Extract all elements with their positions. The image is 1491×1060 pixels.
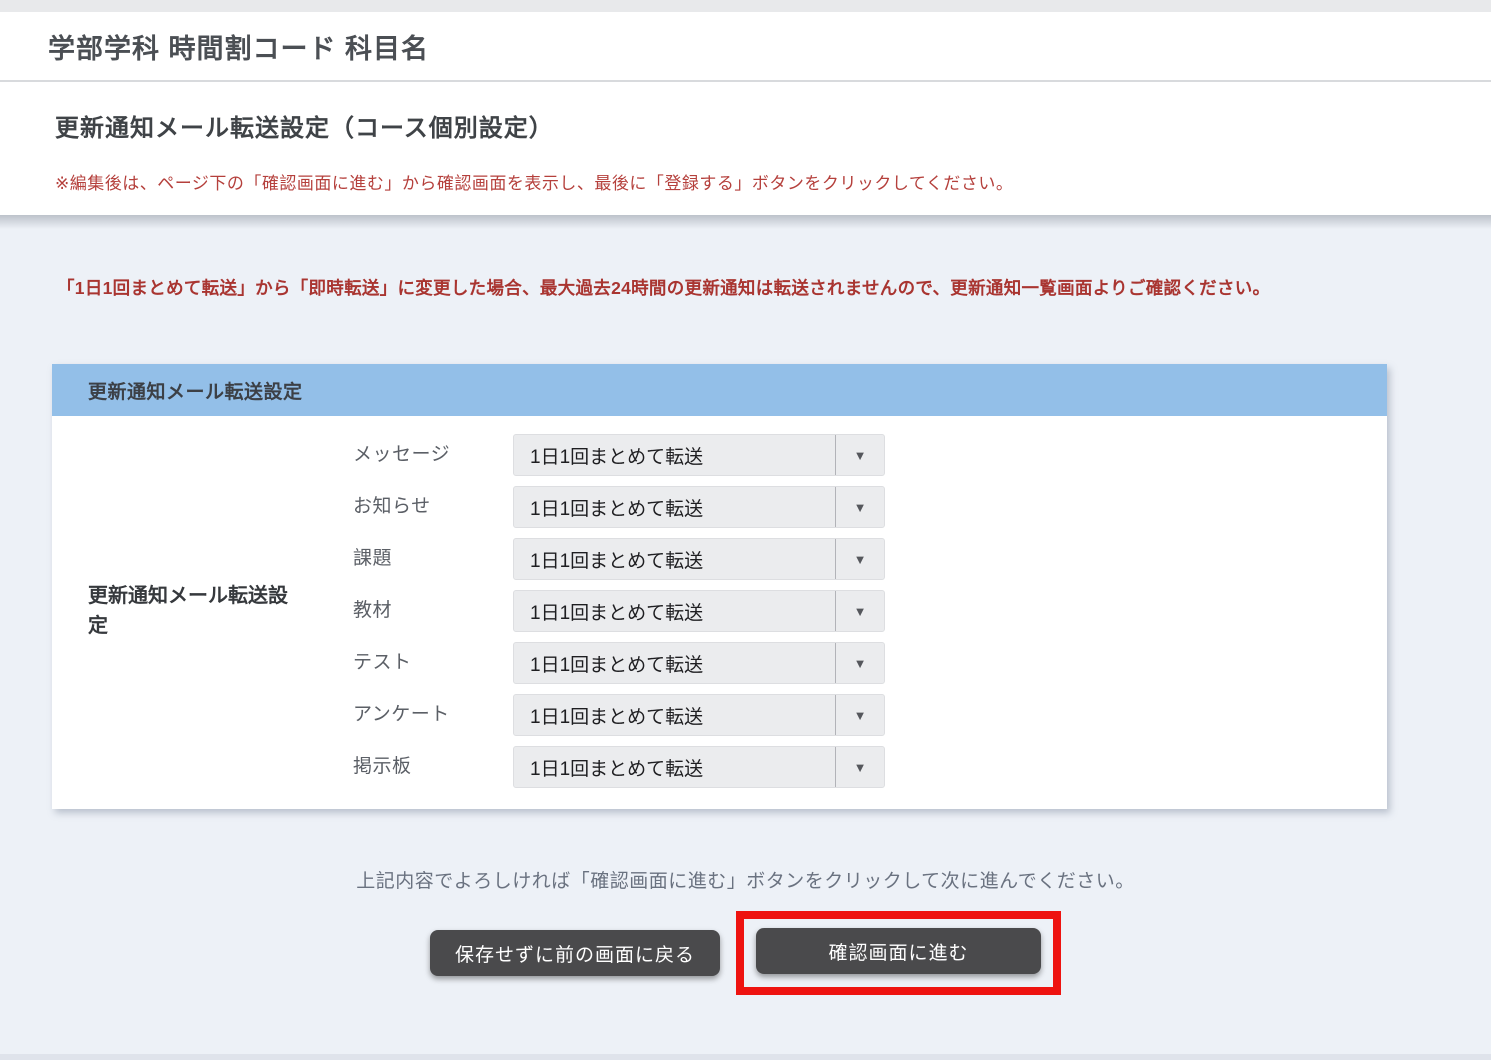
row-label: 課題 [353,538,513,570]
chevron-down-icon: ▼ [836,591,884,631]
selected-value: 1日1回まとめて転送 [514,695,835,735]
forwarding-select-assignment[interactable]: 1日1回まとめて転送 ▼ [513,538,885,580]
selected-value: 1日1回まとめて転送 [514,435,835,475]
selected-value: 1日1回まとめて転送 [514,747,835,787]
page-header: 学部学科 時間割コード 科目名 [0,12,1491,82]
selected-value: 1日1回まとめて転送 [514,591,835,631]
panel-body: 更新通知メール転送設定 メッセージ 1日1回まとめて転送 ▼ お知らせ [52,416,1387,809]
selected-value: 1日1回まとめて転送 [514,539,835,579]
settings-rows: メッセージ 1日1回まとめて転送 ▼ お知らせ 1日1回まとめて転送 ▼ [353,434,885,788]
page-title: 学部学科 時間割コード 科目名 [48,27,429,66]
panel-header: 更新通知メール転送設定 [52,364,1387,416]
edit-note: ※編集後は、ページ下の「確認画面に進む」から確認画面を表示し、最後に「登録する」… [55,169,1491,194]
row-label: アンケート [353,694,513,726]
chevron-down-icon: ▼ [836,539,884,579]
button-row: 保存せずに前の画面に戻る 確認画面に進む [0,911,1491,995]
chevron-down-icon: ▼ [836,435,884,475]
row-label: 教材 [353,590,513,622]
chevron-down-icon: ▼ [836,747,884,787]
bottom-edge [0,1054,1491,1060]
row-label: お知らせ [353,486,513,518]
confirm-button[interactable]: 確認画面に進む [756,928,1041,974]
row-label: 掲示板 [353,746,513,778]
chevron-down-icon: ▼ [836,695,884,735]
main-content: 「1日1回まとめて転送」から「即時転送」に変更した場合、最大過去24時間の更新通… [0,215,1491,1060]
setting-row-test: テスト 1日1回まとめて転送 ▼ [353,642,885,684]
group-label: 更新通知メール転送設定 [88,581,303,641]
setting-row-announcement: お知らせ 1日1回まとめて転送 ▼ [353,486,885,528]
highlight-annotation: 確認画面に進む [736,911,1061,995]
back-button[interactable]: 保存せずに前の画面に戻る [430,930,720,976]
row-label: テスト [353,642,513,674]
forwarding-select-message[interactable]: 1日1回まとめて転送 ▼ [513,434,885,476]
forwarding-select-test[interactable]: 1日1回まとめて転送 ▼ [513,642,885,684]
confirm-instruction: 上記内容でよろしければ「確認画面に進む」ボタンをクリックして次に進んでください。 [0,866,1491,893]
group-label-column: 更新通知メール転送設定 [88,434,353,788]
setting-row-survey: アンケート 1日1回まとめて転送 ▼ [353,694,885,736]
section-title: 更新通知メール転送設定（コース個別設定） [55,108,1491,143]
setting-row-message: メッセージ 1日1回まとめて転送 ▼ [353,434,885,476]
settings-panel: 更新通知メール転送設定 更新通知メール転送設定 メッセージ 1日1回まとめて転送… [52,364,1387,809]
forwarding-select-board[interactable]: 1日1回まとめて転送 ▼ [513,746,885,788]
top-strip [0,0,1491,12]
selected-value: 1日1回まとめて転送 [514,643,835,683]
chevron-down-icon: ▼ [836,487,884,527]
forwarding-warning: 「1日1回まとめて転送」から「即時転送」に変更した場合、最大過去24時間の更新通… [57,275,1431,302]
forwarding-select-material[interactable]: 1日1回まとめて転送 ▼ [513,590,885,632]
chevron-down-icon: ▼ [836,643,884,683]
setting-row-material: 教材 1日1回まとめて転送 ▼ [353,590,885,632]
selected-value: 1日1回まとめて転送 [514,487,835,527]
section-header: 更新通知メール転送設定（コース個別設定） ※編集後は、ページ下の「確認画面に進む… [0,82,1491,215]
forwarding-select-survey[interactable]: 1日1回まとめて転送 ▼ [513,694,885,736]
setting-row-assignment: 課題 1日1回まとめて転送 ▼ [353,538,885,580]
row-label: メッセージ [353,434,513,466]
page: 学部学科 時間割コード 科目名 更新通知メール転送設定（コース個別設定） ※編集… [0,0,1491,1060]
forwarding-select-announcement[interactable]: 1日1回まとめて転送 ▼ [513,486,885,528]
setting-row-board: 掲示板 1日1回まとめて転送 ▼ [353,746,885,788]
